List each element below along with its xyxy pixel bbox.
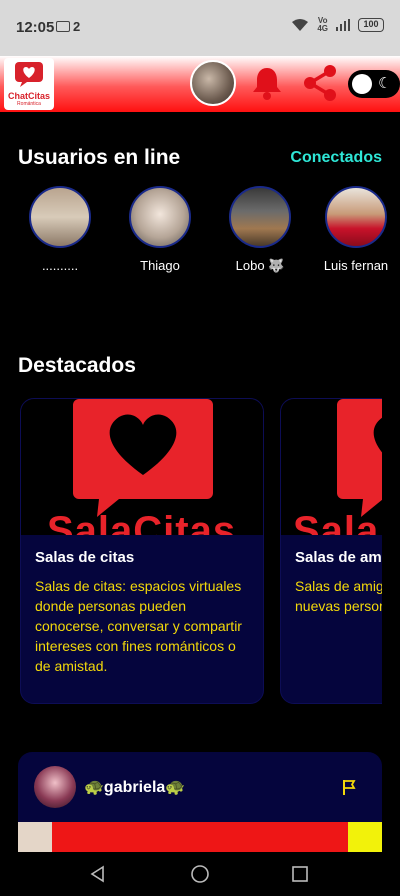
bell-icon[interactable] (250, 65, 284, 101)
volte-icon: Vo 4G (317, 16, 328, 33)
battery-icon: 100 (358, 18, 384, 32)
notification-count: 2 (73, 19, 81, 34)
toggle-knob (352, 74, 372, 94)
featured-card[interactable]: SalaCitas Salas de citas Salas de citas:… (20, 398, 264, 704)
featured-card[interactable]: SalaA Salas de ami Salas de amig compart… (280, 398, 382, 704)
logo-text: ChatCitas (7, 91, 50, 101)
post-card[interactable]: 🐢gabriela🐢 (18, 752, 382, 856)
share-icon[interactable] (302, 64, 338, 102)
card-description: Salas de citas: espacios virtuales donde… (35, 578, 242, 674)
post-avatar[interactable] (34, 766, 76, 808)
card-title: Salas de citas (35, 549, 135, 566)
home-icon[interactable] (190, 864, 210, 884)
user-name: .......... (41, 258, 79, 273)
heart-chat-icon (15, 62, 43, 87)
status-time: 12:05 (16, 19, 55, 36)
system-nav-bar (0, 852, 400, 896)
featured-title: Destacados (18, 354, 136, 377)
card-title: Salas de ami (295, 549, 382, 566)
card-description: Salas de amig compartir, reír nuevas per… (295, 578, 382, 614)
signal-icon (336, 19, 350, 31)
featured-carousel: SalaCitas Salas de citas Salas de citas:… (20, 398, 382, 704)
user-item[interactable]: .......... (10, 186, 110, 273)
online-users-list: .......... Thiago Lobo 🐺 Luis fernan (0, 186, 400, 281)
message-icon (56, 21, 70, 32)
post-image (18, 822, 382, 856)
back-icon[interactable] (88, 864, 108, 884)
flag-icon[interactable] (342, 779, 356, 795)
connected-link[interactable]: Conectados (290, 149, 382, 167)
app-header: ChatCitas Romántica ☾ (0, 56, 400, 112)
card-image: SalaCitas (21, 399, 263, 535)
online-users-title: Usuarios en line (18, 146, 181, 169)
user-name: Lobo 🐺 (235, 258, 285, 273)
profile-avatar[interactable] (190, 60, 236, 106)
user-avatar (29, 186, 91, 248)
app-logo[interactable]: ChatCitas Romántica (4, 58, 54, 110)
user-item[interactable]: Luis fernan (306, 186, 400, 273)
user-avatar (325, 186, 387, 248)
card-image-text: SalaCitas (47, 509, 237, 535)
card-image-text: SalaA (293, 509, 382, 535)
theme-toggle[interactable]: ☾ (348, 70, 400, 98)
user-name: Luis fernan (323, 258, 389, 273)
card-image: SalaA (281, 399, 382, 535)
user-avatar (129, 186, 191, 248)
recents-icon[interactable] (290, 864, 310, 884)
user-item[interactable]: Lobo 🐺 (210, 186, 310, 274)
user-name: Thiago (140, 258, 180, 273)
logo-subtext: Romántica (17, 101, 41, 107)
post-username[interactable]: 🐢gabriela🐢 (84, 777, 185, 797)
moon-icon: ☾ (378, 75, 392, 92)
wifi-icon (292, 19, 309, 31)
user-item[interactable]: Thiago (110, 186, 210, 273)
user-avatar (229, 186, 291, 248)
status-bar: 12:05 2 Vo 4G 100 (0, 0, 400, 56)
